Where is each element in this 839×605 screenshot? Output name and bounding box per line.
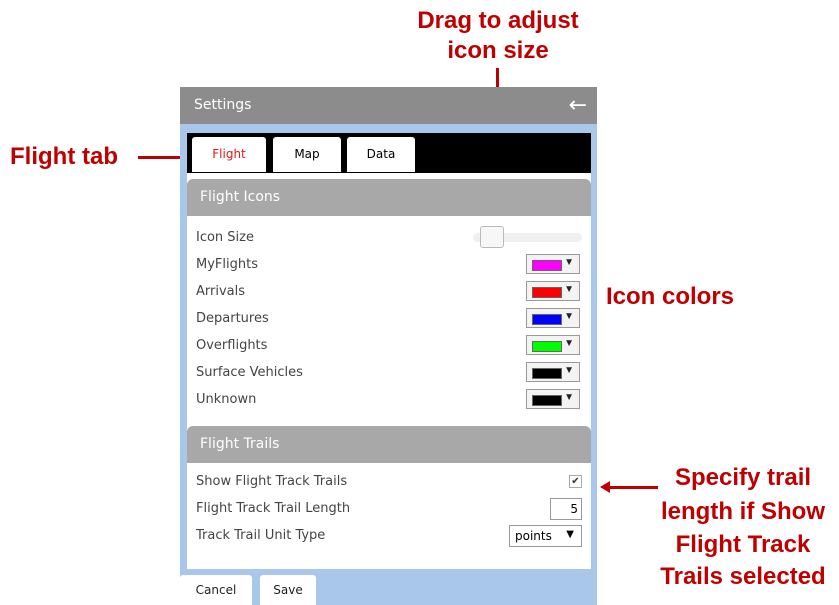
annotation-flight-tab: Flight tab xyxy=(10,143,118,170)
tab-bar: Flight Map Data xyxy=(187,133,591,173)
overflights-color-swatch xyxy=(532,341,562,352)
overflights-label: Overflights xyxy=(196,338,268,353)
icon-size-slider-thumb[interactable] xyxy=(480,226,504,248)
myflights-color-swatch xyxy=(532,260,562,271)
tab-map[interactable]: Map xyxy=(273,137,341,172)
icon-size-label: Icon Size xyxy=(196,230,254,245)
trail-length-input[interactable] xyxy=(550,498,582,520)
annotation-trail-line2: length if Show xyxy=(661,498,825,525)
unknown-color-swatch xyxy=(532,395,562,406)
myflights-label: MyFlights xyxy=(196,257,258,272)
surface-vehicles-color-swatch xyxy=(532,368,562,379)
surface-vehicles-label: Surface Vehicles xyxy=(196,365,303,380)
arrivals-label: Arrivals xyxy=(196,284,246,299)
unit-type-value: points xyxy=(515,529,552,543)
annotation-trail-line3: Flight Track xyxy=(675,531,811,558)
annotation-icon-colors: Icon colors xyxy=(606,283,735,310)
departures-color-swatch xyxy=(532,314,562,325)
chevron-down-icon: ▼ xyxy=(564,365,574,376)
arrivals-color-picker[interactable]: ▼ xyxy=(526,281,580,301)
save-button[interactable]: Save xyxy=(260,575,316,605)
show-trails-checkbox[interactable]: ✔ xyxy=(569,475,582,488)
chevron-down-icon: ▼ xyxy=(564,338,574,349)
annotation-drag-line1: Drag to adjust xyxy=(417,7,579,34)
settings-panel: Settings ← Flight Map Data Flight Icons … xyxy=(180,87,597,605)
chevron-down-icon: ▼ xyxy=(564,257,574,268)
annotation-trail-arrow xyxy=(610,486,658,489)
departures-label: Departures xyxy=(196,311,269,326)
flight-trails-title: Flight Trails xyxy=(200,436,280,452)
back-arrow-icon[interactable]: ← xyxy=(569,87,587,124)
chevron-down-icon: ▼ xyxy=(564,284,574,295)
tab-data[interactable]: Data xyxy=(347,137,415,172)
annotation-trail-line1: Specify trail xyxy=(674,464,812,491)
chevron-down-icon: ▼ xyxy=(566,529,574,540)
trail-length-label: Flight Track Trail Length xyxy=(196,501,351,516)
annotation-drag-line2: icon size xyxy=(447,37,549,64)
annotation-trail-line4: Trails selected xyxy=(660,563,826,590)
settings-title: Settings xyxy=(194,97,252,113)
flight-icons-title: Flight Icons xyxy=(200,189,281,205)
overflights-color-picker[interactable]: ▼ xyxy=(526,335,580,355)
show-trails-label: Show Flight Track Trails xyxy=(196,474,348,489)
chevron-down-icon: ▼ xyxy=(564,311,574,322)
settings-titlebar: Settings ← xyxy=(180,87,597,124)
flight-icons-header: Flight Icons xyxy=(187,179,591,216)
surface-vehicles-color-picker[interactable]: ▼ xyxy=(526,362,580,382)
unit-type-label: Track Trail Unit Type xyxy=(196,528,326,543)
flight-trails-header: Flight Trails xyxy=(187,426,591,463)
arrivals-color-swatch xyxy=(532,287,562,298)
myflights-color-picker[interactable]: ▼ xyxy=(526,254,580,274)
unknown-label: Unknown xyxy=(196,392,257,407)
departures-color-picker[interactable]: ▼ xyxy=(526,308,580,328)
unknown-color-picker[interactable]: ▼ xyxy=(526,389,580,409)
tab-flight[interactable]: Flight xyxy=(192,137,266,172)
annotation-trail-arrowhead xyxy=(600,481,610,493)
unit-type-select[interactable]: points ▼ xyxy=(509,525,582,547)
cancel-button[interactable]: Cancel xyxy=(180,575,252,605)
chevron-down-icon: ▼ xyxy=(564,392,574,403)
settings-content: Flight Icons Icon Size MyFlights ▼ Arriv… xyxy=(187,173,591,569)
